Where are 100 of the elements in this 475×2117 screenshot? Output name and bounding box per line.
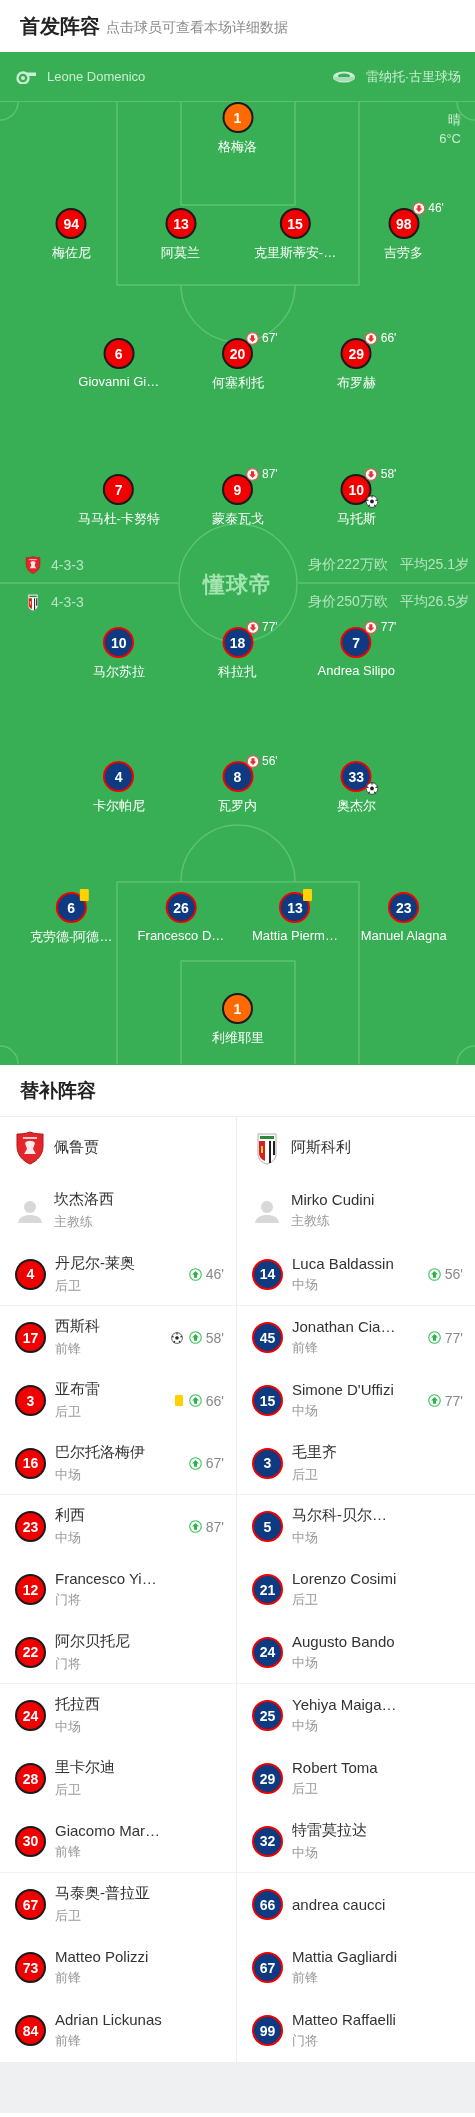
- team-name[interactable]: 阿斯科利: [291, 1138, 351, 1157]
- player-name[interactable]: Adrian Lickunas: [55, 2011, 215, 2028]
- shirt-number[interactable]: 9: [222, 474, 253, 505]
- shirt-number[interactable]: 98: [388, 208, 420, 239]
- hint-text: 点击球员可查看本场详细数据: [106, 18, 288, 37]
- substitution-out-icon: [364, 467, 378, 481]
- player-name[interactable]: 马尔科-贝尔…: [292, 1506, 454, 1525]
- coach-role: 主教练: [291, 1212, 331, 1230]
- shirt-number[interactable]: 73: [15, 1952, 46, 1983]
- player-position: 后卫: [55, 1276, 82, 1295]
- shirt-number[interactable]: 12: [15, 1574, 46, 1605]
- shirt-number[interactable]: 66: [252, 1889, 283, 1920]
- player-name[interactable]: Robert Toma: [292, 1759, 454, 1776]
- player-name[interactable]: Mattia Gagliardi: [292, 1948, 454, 1965]
- shirt-number[interactable]: 84: [15, 2015, 46, 2046]
- player-position: 前锋: [55, 2032, 82, 2050]
- player-name[interactable]: 西斯科: [55, 1317, 162, 1336]
- coach-name[interactable]: 坎杰洛西: [54, 1190, 224, 1209]
- market-value: 身价222万欧: [308, 556, 388, 574]
- stadium-name: 雷纳托·古里球场: [365, 67, 461, 86]
- player-name[interactable]: Jonathan Cia…: [292, 1318, 419, 1335]
- player-name[interactable]: 特雷莫拉达: [292, 1820, 454, 1840]
- substitution-out-icon: [246, 754, 259, 768]
- shirt-number[interactable]: 10: [103, 627, 135, 658]
- shirt-number[interactable]: 20: [222, 338, 253, 369]
- shirt-number[interactable]: 10: [340, 474, 372, 505]
- shirt-number[interactable]: 5: [252, 1511, 283, 1542]
- shirt-number[interactable]: 15: [279, 208, 311, 239]
- player-position: 中场: [292, 1843, 319, 1862]
- shirt-number[interactable]: 23: [388, 892, 420, 923]
- shirt-number[interactable]: 14: [252, 1258, 283, 1290]
- player-name[interactable]: Giacomo Mar…: [55, 1821, 215, 1839]
- shield-badge-icon: [15, 1130, 45, 1165]
- shirt-number[interactable]: 4: [15, 1258, 46, 1290]
- shirt-number[interactable]: 6: [55, 892, 87, 923]
- shirt-number[interactable]: 25: [252, 1700, 283, 1731]
- player-name[interactable]: Matteo Raffaelli: [292, 2011, 454, 2028]
- shirt-number[interactable]: 26: [165, 892, 197, 923]
- shirt-number[interactable]: 4: [103, 761, 135, 792]
- player-name[interactable]: 里卡尔迪: [55, 1758, 215, 1777]
- shirt-number[interactable]: 24: [252, 1636, 283, 1668]
- substitution-out-icon: [364, 620, 378, 634]
- shirt-number[interactable]: 7: [103, 474, 135, 505]
- player-name[interactable]: Matteo Polizzi: [55, 1948, 215, 1965]
- player-name[interactable]: 巴尔托洛梅伊: [55, 1442, 180, 1462]
- shirt-number[interactable]: 45: [252, 1322, 283, 1353]
- shirt-number[interactable]: 67: [252, 1952, 283, 1983]
- shirt-number[interactable]: 3: [15, 1385, 46, 1416]
- shirt-number[interactable]: 24: [15, 1700, 46, 1731]
- shirt-number[interactable]: 8: [222, 761, 253, 792]
- whistle-icon: [15, 69, 37, 84]
- shirt-number[interactable]: 6: [103, 338, 135, 369]
- player-name[interactable]: 托拉西: [55, 1695, 215, 1714]
- player-name[interactable]: Francesco Yi…: [55, 1570, 215, 1587]
- shirt-number[interactable]: 99: [252, 2015, 283, 2046]
- player-name[interactable]: Yehiya Maiga…: [292, 1696, 454, 1713]
- player-position: 前锋: [292, 1339, 319, 1357]
- player-name[interactable]: 毛里齐: [292, 1442, 454, 1462]
- substitution-in-icon: [427, 1394, 441, 1407]
- player-name[interactable]: 丹尼尔-莱奥: [55, 1253, 180, 1273]
- player-name[interactable]: Simone D'Uffizi: [292, 1381, 419, 1398]
- substitution-minute: 46': [205, 1266, 224, 1282]
- shirt-number[interactable]: 17: [15, 1322, 46, 1353]
- shirt-number[interactable]: 23: [15, 1511, 46, 1542]
- weather-text: 晴: [448, 111, 461, 129]
- shirt-number[interactable]: 22: [15, 1636, 46, 1668]
- substitution-minute: 66': [205, 1392, 224, 1409]
- shirt-number[interactable]: 29: [252, 1763, 283, 1794]
- shirt-number[interactable]: 13: [165, 208, 197, 239]
- player-name[interactable]: 阿尔贝托尼: [55, 1631, 215, 1651]
- shirt-number[interactable]: 21: [252, 1574, 283, 1605]
- shirt-number[interactable]: 29: [340, 338, 372, 369]
- shirt-number[interactable]: 18: [222, 627, 253, 658]
- shirt-number[interactable]: 16: [15, 1447, 46, 1479]
- player-name[interactable]: Lorenzo Cosimi: [292, 1570, 454, 1587]
- player-name[interactable]: 利西: [55, 1506, 180, 1525]
- player-position: 后卫: [292, 1780, 319, 1798]
- substitution-in-icon: [188, 1456, 202, 1470]
- shirt-number[interactable]: 28: [15, 1763, 46, 1794]
- shirt-number[interactable]: 15: [252, 1385, 283, 1416]
- shirt-number[interactable]: 94: [55, 208, 87, 239]
- player-name[interactable]: Luca Baldassin: [292, 1254, 419, 1272]
- player-name[interactable]: 马泰奥-普拉亚: [55, 1884, 215, 1903]
- player-name[interactable]: Augusto Bando: [292, 1632, 454, 1650]
- shirt-number[interactable]: 3: [252, 1447, 283, 1479]
- player-name[interactable]: andrea caucci: [292, 1896, 454, 1913]
- substitution-minute: 87': [205, 1518, 224, 1535]
- shirt-number[interactable]: 32: [252, 1825, 283, 1857]
- pitch-logo: 懂球帝: [203, 571, 272, 599]
- shirt-number[interactable]: 67: [15, 1889, 46, 1920]
- shirt-number[interactable]: 13: [279, 892, 311, 923]
- coach-name[interactable]: Mirko Cudini: [291, 1191, 463, 1208]
- player-position: 前锋: [292, 1969, 319, 1987]
- player-name[interactable]: 亚布雷: [55, 1380, 166, 1399]
- shirt-number[interactable]: 7: [340, 627, 372, 658]
- player-position: 前锋: [55, 1969, 82, 1987]
- shirt-number[interactable]: 33: [340, 761, 372, 792]
- team-name[interactable]: 佩鲁贾: [54, 1138, 99, 1157]
- substitution-in-icon: [188, 1520, 202, 1533]
- shirt-number[interactable]: 30: [15, 1825, 46, 1857]
